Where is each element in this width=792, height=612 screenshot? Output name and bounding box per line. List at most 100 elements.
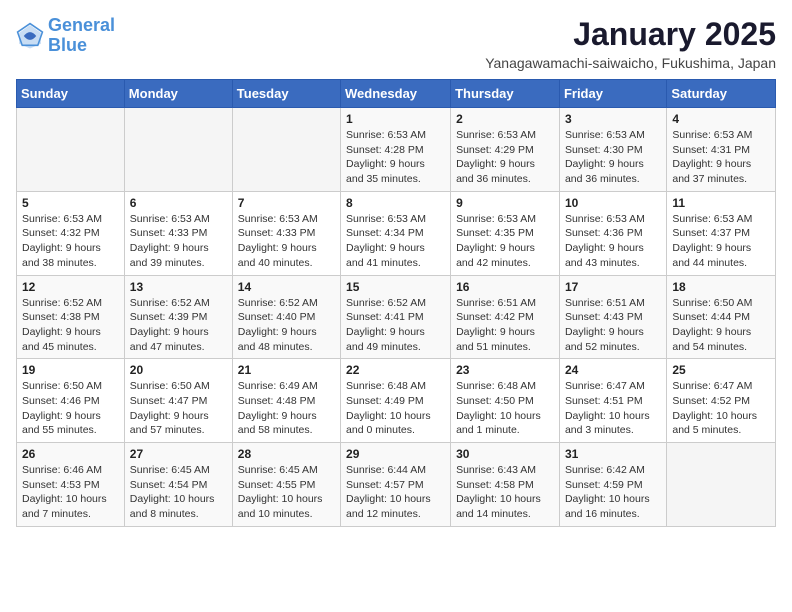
day-info: Sunrise: 6:53 AMSunset: 4:31 PMDaylight:… (672, 128, 770, 187)
day-number: 11 (672, 196, 770, 210)
day-info: Sunrise: 6:51 AMSunset: 4:43 PMDaylight:… (565, 296, 661, 355)
calendar-cell: 23Sunrise: 6:48 AMSunset: 4:50 PMDayligh… (451, 359, 560, 443)
weekday-header: Thursday (451, 80, 560, 108)
day-number: 15 (346, 280, 445, 294)
calendar-cell: 5 Sunrise: 6:53 AMSunset: 4:32 PMDaylight… (17, 191, 125, 275)
day-number: 8 (346, 196, 445, 210)
calendar-cell: 29 Sunrise: 6:44 AMSunset: 4:57 PMDayligh… (341, 443, 451, 527)
calendar-cell: 14 Sunrise: 6:52 AMSunset: 4:40 PMDayligh… (232, 275, 340, 359)
day-number: 24 (565, 363, 661, 377)
day-number: 3 (565, 112, 661, 126)
day-info: Sunrise: 6:53 AMSunset: 4:34 PMDaylight:… (346, 212, 445, 271)
day-info: Sunrise: 6:50 AMSunset: 4:47 PMDaylight:… (130, 379, 227, 438)
calendar-cell: 24Sunrise: 6:47 AMSunset: 4:51 PMDayligh… (559, 359, 666, 443)
day-number: 12 (22, 280, 119, 294)
main-title: January 2025 (485, 16, 776, 53)
day-info: Sunrise: 6:52 AMSunset: 4:38 PMDaylight:… (22, 296, 119, 355)
day-number: 20 (130, 363, 227, 377)
calendar-cell: 8 Sunrise: 6:53 AMSunset: 4:34 PMDaylight… (341, 191, 451, 275)
calendar-week-row: 26 Sunrise: 6:46 AMSunset: 4:53 PMDayligh… (17, 443, 776, 527)
calendar-week-row: 12 Sunrise: 6:52 AMSunset: 4:38 PMDayligh… (17, 275, 776, 359)
day-info: Sunrise: 6:53 AMSunset: 4:35 PMDaylight:… (456, 212, 554, 271)
calendar-cell: 27Sunrise: 6:45 AMSunset: 4:54 PMDayligh… (124, 443, 232, 527)
day-number: 13 (130, 280, 227, 294)
calendar: SundayMondayTuesdayWednesdayThursdayFrid… (16, 79, 776, 527)
calendar-cell: 15 Sunrise: 6:52 AMSunset: 4:41 PMDayligh… (341, 275, 451, 359)
day-info: Sunrise: 6:43 AMSunset: 4:58 PMDaylight:… (456, 463, 554, 522)
day-number: 1 (346, 112, 445, 126)
day-number: 4 (672, 112, 770, 126)
day-info: Sunrise: 6:50 AMSunset: 4:46 PMDaylight:… (22, 379, 119, 438)
calendar-cell: 31 Sunrise: 6:42 AMSunset: 4:59 PMDayligh… (559, 443, 666, 527)
calendar-cell: 12 Sunrise: 6:52 AMSunset: 4:38 PMDayligh… (17, 275, 125, 359)
day-info: Sunrise: 6:51 AMSunset: 4:42 PMDaylight:… (456, 296, 554, 355)
calendar-cell: 19 Sunrise: 6:50 AMSunset: 4:46 PMDayligh… (17, 359, 125, 443)
day-info: Sunrise: 6:44 AMSunset: 4:57 PMDaylight:… (346, 463, 445, 522)
calendar-cell: 25Sunrise: 6:47 AMSunset: 4:52 PMDayligh… (667, 359, 776, 443)
day-info: Sunrise: 6:53 AMSunset: 4:33 PMDaylight:… (130, 212, 227, 271)
day-number: 14 (238, 280, 335, 294)
calendar-cell: 11 Sunrise: 6:53 AMSunset: 4:37 PMDayligh… (667, 191, 776, 275)
day-number: 6 (130, 196, 227, 210)
calendar-cell: 13Sunrise: 6:52 AMSunset: 4:39 PMDayligh… (124, 275, 232, 359)
day-info: Sunrise: 6:53 AMSunset: 4:30 PMDaylight:… (565, 128, 661, 187)
weekday-header: Tuesday (232, 80, 340, 108)
weekday-header: Saturday (667, 80, 776, 108)
day-info: Sunrise: 6:46 AMSunset: 4:53 PMDaylight:… (22, 463, 119, 522)
calendar-cell: 3 Sunrise: 6:53 AMSunset: 4:30 PMDaylight… (559, 108, 666, 192)
calendar-body: 1 Sunrise: 6:53 AMSunset: 4:28 PMDaylight… (17, 108, 776, 527)
day-number: 30 (456, 447, 554, 461)
calendar-cell: 17Sunrise: 6:51 AMSunset: 4:43 PMDayligh… (559, 275, 666, 359)
day-number: 7 (238, 196, 335, 210)
calendar-cell: 10Sunrise: 6:53 AMSunset: 4:36 PMDayligh… (559, 191, 666, 275)
calendar-cell: 6 Sunrise: 6:53 AMSunset: 4:33 PMDaylight… (124, 191, 232, 275)
day-number: 21 (238, 363, 335, 377)
day-info: Sunrise: 6:53 AMSunset: 4:36 PMDaylight:… (565, 212, 661, 271)
day-info: Sunrise: 6:52 AMSunset: 4:40 PMDaylight:… (238, 296, 335, 355)
calendar-cell: 26 Sunrise: 6:46 AMSunset: 4:53 PMDayligh… (17, 443, 125, 527)
calendar-week-row: 1 Sunrise: 6:53 AMSunset: 4:28 PMDaylight… (17, 108, 776, 192)
day-info: Sunrise: 6:48 AMSunset: 4:49 PMDaylight:… (346, 379, 445, 438)
calendar-cell (667, 443, 776, 527)
title-section: January 2025 Yanagawamachi-saiwaicho, Fu… (485, 16, 776, 71)
logo-icon (16, 22, 44, 50)
weekday-header: Friday (559, 80, 666, 108)
day-info: Sunrise: 6:53 AMSunset: 4:32 PMDaylight:… (22, 212, 119, 271)
calendar-cell: 30 Sunrise: 6:43 AMSunset: 4:58 PMDayligh… (451, 443, 560, 527)
day-info: Sunrise: 6:49 AMSunset: 4:48 PMDaylight:… (238, 379, 335, 438)
day-info: Sunrise: 6:42 AMSunset: 4:59 PMDaylight:… (565, 463, 661, 522)
day-number: 5 (22, 196, 119, 210)
calendar-cell (17, 108, 125, 192)
day-number: 9 (456, 196, 554, 210)
calendar-cell: 7Sunrise: 6:53 AMSunset: 4:33 PMDaylight… (232, 191, 340, 275)
day-info: Sunrise: 6:53 AMSunset: 4:29 PMDaylight:… (456, 128, 554, 187)
calendar-cell: 16 Sunrise: 6:51 AMSunset: 4:42 PMDayligh… (451, 275, 560, 359)
day-info: Sunrise: 6:45 AMSunset: 4:55 PMDaylight:… (238, 463, 335, 522)
weekday-header: Wednesday (341, 80, 451, 108)
calendar-week-row: 19 Sunrise: 6:50 AMSunset: 4:46 PMDayligh… (17, 359, 776, 443)
logo-text: General Blue (48, 16, 115, 56)
calendar-cell: 18Sunrise: 6:50 AMSunset: 4:44 PMDayligh… (667, 275, 776, 359)
day-number: 22 (346, 363, 445, 377)
calendar-cell: 28 Sunrise: 6:45 AMSunset: 4:55 PMDayligh… (232, 443, 340, 527)
day-number: 2 (456, 112, 554, 126)
day-number: 23 (456, 363, 554, 377)
calendar-cell: 21 Sunrise: 6:49 AMSunset: 4:48 PMDayligh… (232, 359, 340, 443)
day-number: 27 (130, 447, 227, 461)
day-number: 16 (456, 280, 554, 294)
day-number: 26 (22, 447, 119, 461)
day-number: 29 (346, 447, 445, 461)
day-info: Sunrise: 6:52 AMSunset: 4:41 PMDaylight:… (346, 296, 445, 355)
logo: General Blue (16, 16, 115, 56)
day-number: 19 (22, 363, 119, 377)
calendar-cell: 1 Sunrise: 6:53 AMSunset: 4:28 PMDaylight… (341, 108, 451, 192)
day-number: 28 (238, 447, 335, 461)
day-number: 31 (565, 447, 661, 461)
day-number: 25 (672, 363, 770, 377)
day-info: Sunrise: 6:53 AMSunset: 4:37 PMDaylight:… (672, 212, 770, 271)
calendar-cell: 22 Sunrise: 6:48 AMSunset: 4:49 PMDayligh… (341, 359, 451, 443)
calendar-week-row: 5 Sunrise: 6:53 AMSunset: 4:32 PMDaylight… (17, 191, 776, 275)
day-number: 18 (672, 280, 770, 294)
page-header: General Blue January 2025 Yanagawamachi-… (16, 16, 776, 71)
day-info: Sunrise: 6:53 AMSunset: 4:28 PMDaylight:… (346, 128, 445, 187)
